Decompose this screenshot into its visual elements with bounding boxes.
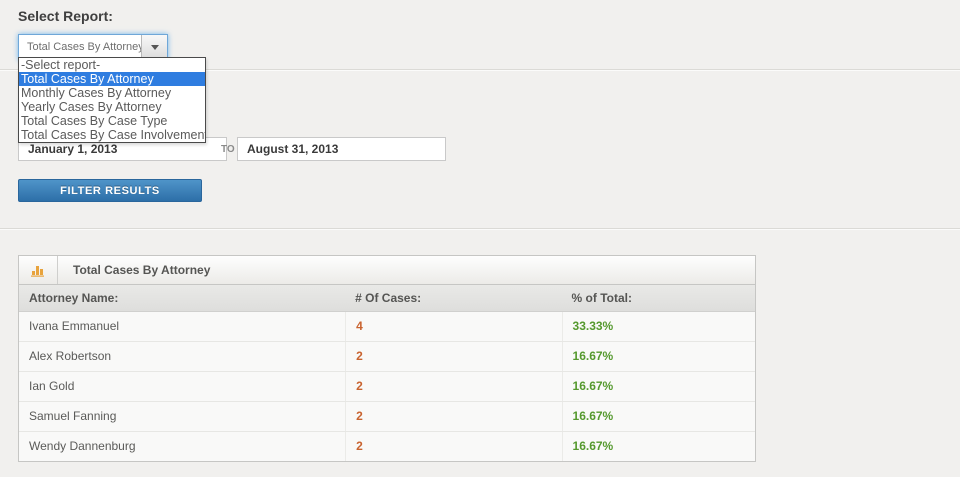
date-range-to-label: TO: [221, 144, 235, 155]
table-title-bar: Total Cases By Attorney: [19, 256, 755, 285]
table-row: Samuel Fanning 2 16.67%: [19, 402, 755, 432]
column-header-percent-total: % of Total:: [571, 291, 632, 305]
attorney-name: Samuel Fanning: [29, 409, 117, 423]
table-title: Total Cases By Attorney: [73, 263, 211, 277]
percent-total: 16.67%: [561, 432, 755, 461]
report-select-value: Total Cases By Attorney: [27, 41, 141, 53]
table-row: Wendy Dannenburg 2 16.67%: [19, 432, 755, 461]
chevron-down-icon: [150, 44, 159, 50]
attorney-name: Ian Gold: [29, 379, 75, 393]
date-to-input[interactable]: [237, 137, 446, 161]
case-count: 4: [345, 312, 561, 341]
case-count: 2: [345, 372, 561, 401]
section-divider-bottom: [0, 228, 960, 230]
dropdown-option-total-cases-by-case-type[interactable]: Total Cases By Case Type: [19, 114, 205, 128]
table-row: Ian Gold 2 16.67%: [19, 372, 755, 402]
dropdown-option-yearly-cases-by-attorney[interactable]: Yearly Cases By Attorney: [19, 100, 205, 114]
column-header-num-cases: # Of Cases:: [355, 291, 422, 305]
dropdown-option-monthly-cases-by-attorney[interactable]: Monthly Cases By Attorney: [19, 86, 205, 100]
dropdown-option-select-report[interactable]: -Select report-: [19, 58, 205, 72]
dropdown-option-total-cases-by-attorney[interactable]: Total Cases By Attorney: [19, 72, 205, 86]
report-page: Select Report: Total Cases By Attorney -…: [0, 0, 960, 477]
table-icon-cell: [19, 256, 58, 284]
dropdown-option-total-cases-by-case-involvement[interactable]: Total Cases By Case Involvement: [19, 128, 205, 142]
percent-total: 33.33%: [561, 312, 755, 341]
attorney-name: Ivana Emmanuel: [29, 319, 120, 333]
column-header-attorney-name: Attorney Name:: [29, 291, 119, 305]
table-row: Alex Robertson 2 16.67%: [19, 342, 755, 372]
results-table: Total Cases By Attorney Attorney Name: #…: [18, 255, 756, 462]
attorney-name: Wendy Dannenburg: [29, 439, 136, 453]
case-count: 2: [345, 402, 561, 431]
report-select-dropdown: -Select report- Total Cases By Attorney …: [18, 57, 206, 143]
table-row: Ivana Emmanuel 4 33.33%: [19, 312, 755, 342]
percent-total: 16.67%: [561, 402, 755, 431]
bar-chart-icon: [31, 266, 44, 277]
case-count: 2: [345, 342, 561, 371]
filter-results-button[interactable]: FILTER RESULTS: [18, 179, 202, 202]
percent-total: 16.67%: [561, 342, 755, 371]
attorney-name: Alex Robertson: [29, 349, 112, 363]
case-count: 2: [345, 432, 561, 461]
percent-total: 16.67%: [561, 372, 755, 401]
report-select-arrow-button[interactable]: [141, 35, 167, 59]
table-header-row: Attorney Name: # Of Cases: % of Total:: [19, 285, 755, 312]
page-title: Select Report:: [18, 8, 113, 24]
